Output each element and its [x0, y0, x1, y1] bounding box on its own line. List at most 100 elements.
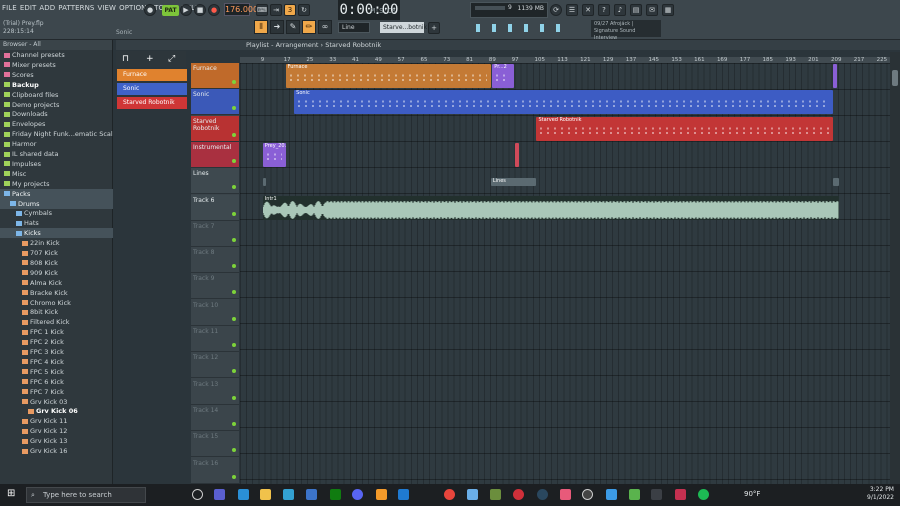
browser-item[interactable]: 8bit Kick: [0, 307, 113, 317]
track-mute-led[interactable]: [232, 185, 236, 190]
browser-item[interactable]: Packs: [0, 188, 113, 199]
xbox-icon[interactable]: [330, 489, 341, 500]
playlist-clip[interactable]: Pr...2: [492, 64, 514, 88]
song-time-display[interactable]: 0:00:00 M:S:CS: [338, 0, 400, 20]
menu-item-patterns[interactable]: PATTERNS: [58, 4, 94, 12]
playlist-clip[interactable]: [515, 142, 519, 167]
browser-item[interactable]: 909 Kick: [0, 268, 113, 278]
vertical-scrollbar[interactable]: [890, 52, 900, 484]
minecraft-icon[interactable]: [490, 489, 501, 500]
playlist-clip[interactable]: [832, 64, 838, 88]
browser-item[interactable]: Drums: [0, 198, 113, 209]
paint-app-icon[interactable]: [560, 489, 571, 500]
system-clock[interactable]: 3:22 PM 9/1/2022: [867, 486, 894, 502]
add-pattern-icon[interactable]: +: [428, 22, 440, 34]
browser-item[interactable]: Demo projects: [0, 100, 113, 110]
rack-channel[interactable]: Starved Robotnik: [117, 97, 187, 109]
track-mute-led[interactable]: [232, 369, 236, 374]
track-mute-led[interactable]: [232, 80, 236, 84]
menu-item-add[interactable]: ADD: [39, 4, 55, 12]
help-icon[interactable]: ?: [598, 4, 610, 16]
browser-item[interactable]: IL shared data: [0, 149, 113, 159]
track-mute-led[interactable]: [232, 395, 236, 400]
playlist-clip[interactable]: [262, 178, 266, 187]
browser-item[interactable]: Scores: [0, 70, 113, 80]
browser-item[interactable]: Grv Kick 16: [0, 446, 113, 456]
track-header[interactable]: Track 12: [191, 352, 239, 379]
obs-icon[interactable]: [582, 489, 593, 500]
playlist-clip[interactable]: [832, 178, 839, 187]
track-mute-led[interactable]: [232, 474, 236, 479]
browser-header[interactable]: Browser - All: [0, 40, 112, 50]
menu-item-file[interactable]: FILE: [2, 4, 17, 12]
track-header[interactable]: Track 13: [191, 378, 239, 405]
browser-item[interactable]: Grv Kick 03: [0, 397, 113, 407]
browser-item[interactable]: Cymbals: [0, 208, 113, 218]
browser-item[interactable]: FPC 6 Kick: [0, 377, 113, 387]
edge-icon[interactable]: [283, 489, 294, 500]
browser-item[interactable]: My projects: [0, 179, 113, 189]
track-header[interactable]: Track 9: [191, 273, 239, 300]
track-header[interactable]: Track 15: [191, 431, 239, 458]
photos-icon[interactable]: [467, 489, 478, 500]
app-icon[interactable]: [675, 489, 686, 500]
browser-item[interactable]: Clipboard files: [0, 90, 113, 100]
stop-icon[interactable]: ■: [194, 4, 206, 16]
track-header[interactable]: Starved Robotnik: [191, 115, 239, 142]
browser-item[interactable]: FPC 1 Kick: [0, 327, 113, 337]
typing-keyboard-icon[interactable]: ⌨: [256, 4, 268, 16]
countdown-icon[interactable]: ⇥: [270, 4, 282, 16]
metronome-icon[interactable]: ●: [144, 4, 156, 16]
browser-item[interactable]: Envelopes: [0, 119, 113, 129]
browser-item[interactable]: Grv Kick 13: [0, 436, 113, 446]
browser-item[interactable]: Impulses: [0, 159, 113, 169]
track-mute-led[interactable]: [232, 132, 236, 137]
loop-record-icon[interactable]: ↻: [298, 4, 310, 16]
browser-item[interactable]: Bracke Kick: [0, 288, 113, 298]
track-header[interactable]: Lines: [191, 168, 239, 195]
track-header[interactable]: Track 16: [191, 457, 239, 484]
snipping-icon[interactable]: [238, 489, 249, 500]
snap-selector[interactable]: Line: [338, 22, 370, 33]
playlist-grid[interactable]: Furnace Pr...2 Sonic Starved Robotnik Prey_2…: [240, 63, 890, 484]
browser-item[interactable]: Misc: [0, 169, 113, 179]
browser-item[interactable]: Kicks: [0, 228, 113, 239]
browser-item[interactable]: 808 Kick: [0, 258, 113, 268]
browser-item[interactable]: Grv Kick 11: [0, 416, 113, 426]
discord-icon[interactable]: [352, 489, 363, 500]
track-mute-led[interactable]: [232, 237, 236, 242]
browser-item[interactable]: FPC 2 Kick: [0, 337, 113, 347]
browser-item[interactable]: Friday Night Funk...ematic Scale Pack: [0, 129, 113, 139]
rack-channel[interactable]: Sonic: [117, 83, 187, 95]
spotify-icon[interactable]: [698, 489, 709, 500]
track-header[interactable]: Sonic: [191, 89, 239, 116]
windows-start-icon[interactable]: ⊞: [7, 489, 17, 499]
plugin-database-icon[interactable]: ▦: [662, 4, 674, 16]
terminal-icon[interactable]: [651, 489, 662, 500]
track-mute-led[interactable]: [232, 264, 236, 269]
browser-item[interactable]: Filtered Kick: [0, 317, 113, 327]
track-header[interactable]: Track 11: [191, 326, 239, 352]
refresh-icon[interactable]: ⟳: [550, 4, 562, 16]
record-icon[interactable]: ●: [208, 4, 220, 16]
browser-item[interactable]: FPC 7 Kick: [0, 387, 113, 397]
blend-notes-icon[interactable]: 3: [284, 4, 296, 16]
browser-item[interactable]: 22in Kick: [0, 238, 113, 248]
menu-item-view[interactable]: VIEW: [97, 4, 116, 12]
track-mute-led[interactable]: [232, 448, 236, 453]
playlist-clip[interactable]: Lines: [490, 178, 537, 187]
track-header[interactable]: Track 8: [191, 247, 239, 274]
track-mute-led[interactable]: [232, 290, 236, 295]
track-mute-led[interactable]: [232, 158, 236, 163]
game-icon[interactable]: [629, 489, 640, 500]
browser-item[interactable]: FPC 5 Kick: [0, 367, 113, 377]
pencil-tool[interactable]: ✏: [302, 20, 316, 34]
track-mute-led[interactable]: [232, 106, 236, 111]
track-header[interactable]: Track 6: [191, 194, 239, 221]
explorer-icon[interactable]: [260, 489, 271, 500]
browser-item[interactable]: Harmor: [0, 139, 113, 149]
play-icon[interactable]: ▶: [180, 4, 192, 16]
menu-item-edit[interactable]: EDIT: [20, 4, 37, 12]
playlist-clip[interactable]: Intr1: [262, 195, 839, 220]
track-mute-led[interactable]: [232, 343, 236, 347]
